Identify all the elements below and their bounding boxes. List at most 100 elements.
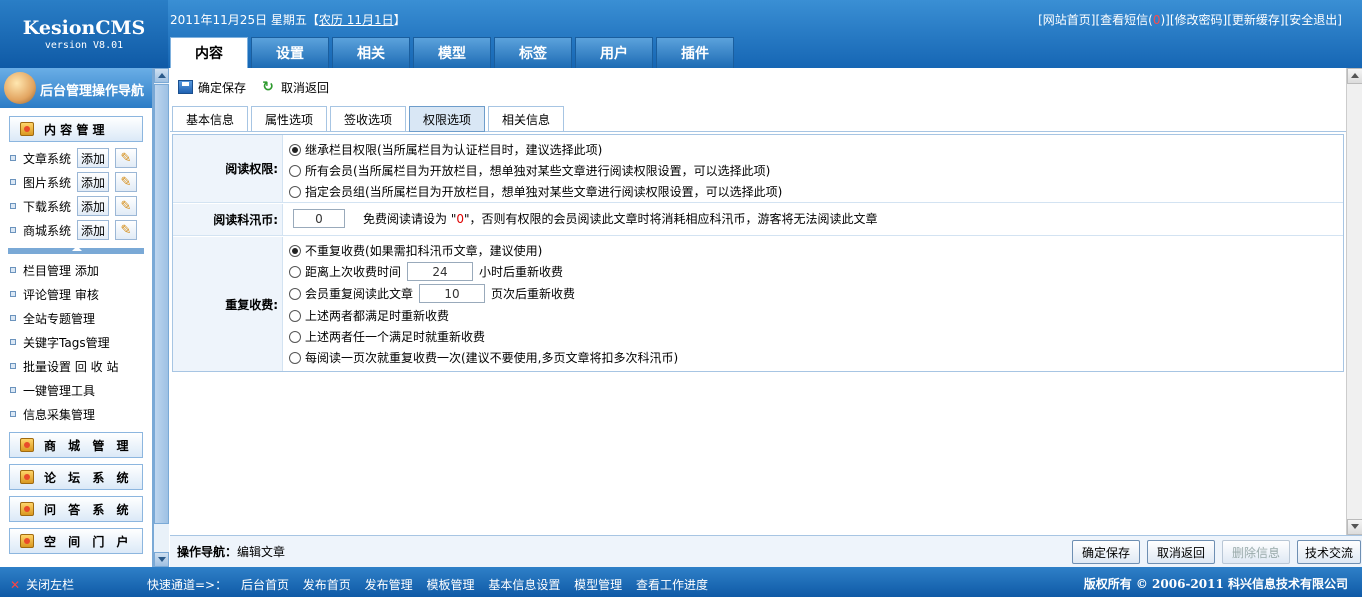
- sidebar-nav-item[interactable]: 信息采集管理: [0, 402, 152, 426]
- edit-pencil-icon[interactable]: ✎: [115, 220, 137, 240]
- add-download-button[interactable]: 添加: [77, 196, 109, 216]
- radio-every-page[interactable]: [289, 351, 301, 364]
- change-password-link[interactable]: [修改密码]: [1170, 13, 1227, 27]
- radio-all-members[interactable]: [289, 164, 301, 177]
- confirm-save-button[interactable]: 确定保存: [1072, 540, 1140, 564]
- close-left-bar-button[interactable]: ✕ 关闭左栏: [10, 576, 74, 593]
- quick-link-progress[interactable]: 查看工作进度: [636, 578, 708, 592]
- edit-pencil-icon[interactable]: ✎: [115, 172, 137, 192]
- tab-model[interactable]: 模型: [413, 37, 491, 68]
- tab-permissions[interactable]: 权限选项: [409, 106, 485, 132]
- scroll-up-button[interactable]: [1347, 68, 1362, 84]
- sidebar-group-label: 内 容 管 理: [44, 122, 105, 137]
- update-cache-link[interactable]: [更新缓存]: [1227, 13, 1284, 27]
- tab-related-info[interactable]: 相关信息: [488, 106, 564, 132]
- main-tabs: 内容 设置 相关 模型 标签 用户 插件: [170, 37, 737, 68]
- shop-system-link[interactable]: 商城系统: [23, 222, 73, 239]
- sidebar-nav-item[interactable]: 一键管理工具: [0, 378, 152, 402]
- article-system-link[interactable]: 文章系统: [23, 150, 73, 167]
- sidebar-nav-item[interactable]: 全站专题管理: [0, 306, 152, 330]
- quick-link-admin-home[interactable]: 后台首页: [241, 578, 289, 592]
- quick-link-basic-settings[interactable]: 基本信息设置: [488, 578, 560, 592]
- repeat-option[interactable]: 会员重复阅读此文章 10 页次后重新收费: [289, 284, 575, 303]
- sidebar-group-space[interactable]: 空 间 门 户: [9, 528, 143, 554]
- radio-both[interactable]: [289, 309, 301, 322]
- lunar-date-link[interactable]: 农历 11月1日: [319, 13, 394, 27]
- footer: ✕ 关闭左栏 快速通道=>： 后台首页 发布首页 发布管理 模板管理 基本信息设置…: [0, 567, 1362, 597]
- tab-users[interactable]: 用户: [575, 37, 653, 68]
- tech-exchange-button[interactable]: 技术交流: [1297, 540, 1361, 564]
- sidebar-group-forum[interactable]: 论 坛 系 统: [9, 464, 143, 490]
- radio-member-group[interactable]: [289, 185, 301, 198]
- tab-settings[interactable]: 设置: [251, 37, 329, 68]
- tab-content[interactable]: 内容: [170, 37, 248, 68]
- chevron-up-icon: [157, 73, 166, 78]
- tab-attributes[interactable]: 属性选项: [251, 106, 327, 132]
- sidebar-scrollbar[interactable]: [153, 68, 169, 567]
- sidebar-nav-item[interactable]: 批量设置 回 收 站: [0, 354, 152, 378]
- site-home-link[interactable]: [网站首页]: [1038, 13, 1095, 27]
- sidebar-nav-item[interactable]: 关键字Tags管理: [0, 330, 152, 354]
- tab-basic-info[interactable]: 基本信息: [172, 106, 248, 132]
- read-perm-option[interactable]: 继承栏目权限(当所属栏目为认证栏目时，建议选择此项): [289, 141, 602, 158]
- sidebar-nav-item[interactable]: 栏目管理 添加: [0, 258, 152, 282]
- logout-link[interactable]: [安全退出]: [1285, 13, 1342, 27]
- download-system-link[interactable]: 下载系统: [23, 198, 73, 215]
- radio-either[interactable]: [289, 330, 301, 343]
- close-left-bar-label: 关闭左栏: [26, 578, 75, 592]
- scroll-up-button[interactable]: [154, 68, 169, 83]
- option-text: 页次后重新收费: [491, 287, 576, 301]
- cancel-back-button[interactable]: 取消返回: [1147, 540, 1215, 564]
- repeat-option[interactable]: 每阅读一页次就重复收费一次(建议不要使用,多页文章将扣多次科汛币): [289, 349, 678, 366]
- add-product-button[interactable]: 添加: [77, 220, 109, 240]
- add-image-button[interactable]: 添加: [77, 172, 109, 192]
- tab-signoff[interactable]: 签收选项: [330, 106, 406, 132]
- main-scrollbar[interactable]: [1346, 68, 1362, 535]
- collapse-divider[interactable]: [8, 246, 144, 254]
- save-button[interactable]: 确定保存: [178, 79, 246, 96]
- quick-link-publish-manage[interactable]: 发布管理: [365, 578, 413, 592]
- quick-link-publish-home[interactable]: 发布首页: [303, 578, 351, 592]
- main-panel: 确定保存 ↻ 取消返回 基本信息 属性选项 签收选项 权限选项 相关信息 阅读权限…: [170, 68, 1346, 567]
- repeat-option[interactable]: 不重复收费(如果需扣科汛币文章，建议使用): [289, 242, 542, 259]
- repeat-option[interactable]: 上述两者任一个满足时就重新收费: [289, 328, 485, 345]
- radio-hours[interactable]: [289, 265, 301, 278]
- bullet-icon: [10, 291, 16, 297]
- sidebar-group-shop[interactable]: 商 城 管 理: [9, 432, 143, 458]
- bullet-icon: [10, 267, 16, 273]
- read-perm-option[interactable]: 指定会员组(当所属栏目为开放栏目，想单独对某些文章进行阅读权限设置，可以选择此项…: [289, 183, 782, 200]
- quick-links: 快速通道=>： 后台首页 发布首页 发布管理 模板管理 基本信息设置 模型管理 …: [147, 576, 718, 593]
- bullet-icon: [10, 339, 16, 345]
- sidebar-group-qa[interactable]: 问 答 系 统: [9, 496, 143, 522]
- scroll-down-button[interactable]: [154, 552, 169, 567]
- quick-link-model[interactable]: 模型管理: [574, 578, 622, 592]
- back-label: 取消返回: [281, 80, 330, 95]
- edit-pencil-icon[interactable]: ✎: [115, 196, 137, 216]
- back-button[interactable]: ↻ 取消返回: [260, 79, 329, 96]
- scroll-down-button[interactable]: [1347, 519, 1362, 535]
- quick-link-template[interactable]: 模板管理: [426, 578, 474, 592]
- tab-plugins[interactable]: 插件: [656, 37, 734, 68]
- hours-input[interactable]: 24: [407, 262, 474, 281]
- tab-related[interactable]: 相关: [332, 37, 410, 68]
- tab-tags[interactable]: 标签: [494, 37, 572, 68]
- messages-link[interactable]: [查看短信(0)]: [1095, 13, 1169, 27]
- delete-info-button[interactable]: 删除信息: [1222, 540, 1290, 564]
- read-coins-input[interactable]: 0: [293, 209, 345, 228]
- option-text: 指定会员组(当所属栏目为开放栏目，想单独对某些文章进行阅读权限设置，可以选择此项…: [305, 185, 783, 199]
- add-article-button[interactable]: 添加: [77, 148, 109, 168]
- image-system-link[interactable]: 图片系统: [23, 174, 73, 191]
- sub-tabs: 基本信息 属性选项 签收选项 权限选项 相关信息: [170, 106, 1346, 132]
- repeat-option[interactable]: 上述两者都满足时重新收费: [289, 307, 449, 324]
- sidebar-group-content[interactable]: 内 容 管 理: [9, 116, 143, 142]
- edit-pencil-icon[interactable]: ✎: [115, 148, 137, 168]
- radio-pages[interactable]: [289, 287, 301, 300]
- pages-input[interactable]: 10: [419, 284, 486, 303]
- scroll-thumb[interactable]: [154, 84, 169, 524]
- radio-inherit[interactable]: [289, 143, 301, 156]
- folder-icon: [20, 438, 34, 452]
- radio-no-repeat[interactable]: [289, 244, 301, 257]
- read-perm-option[interactable]: 所有会员(当所属栏目为开放栏目，想单独对某些文章进行阅读权限设置，可以选择此项): [289, 162, 770, 179]
- sidebar-nav-item[interactable]: 评论管理 审核: [0, 282, 152, 306]
- repeat-option[interactable]: 距离上次收费时间 24 小时后重新收费: [289, 262, 563, 281]
